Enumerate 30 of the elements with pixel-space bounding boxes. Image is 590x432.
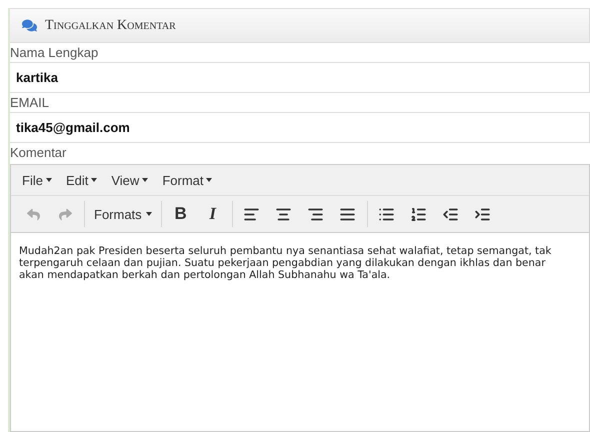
caret-icon (46, 178, 52, 182)
align-right-icon (307, 206, 324, 222)
italic-button[interactable]: I (196, 200, 229, 228)
formats-dropdown[interactable]: Formats (88, 200, 158, 228)
menu-item[interactable]: Edit (60, 170, 102, 190)
comment-text[interactable]: Mudah2an pak Presiden beserta seluruh pembantu nya senantiasa sehat walafiat, tetap semangat, tak terpengaruh celaan dan pujian. Suatu pekerjaan pengabdian yang dilakukan dengan ikhlas dan benar akan mendapatkan berkah dan pertolongan Allah Subhanahu wa Ta'ala. (11, 233, 589, 293)
field-label: Nama Lengkap (10, 44, 100, 62)
bullet-list-icon (378, 206, 396, 222)
numbered-list-icon (410, 206, 428, 222)
menu-item[interactable]: File (17, 170, 57, 190)
input-field[interactable]: kartika (10, 62, 590, 93)
field-label: Komentar (10, 144, 68, 162)
align-left-icon (243, 206, 260, 222)
outdent-icon (442, 206, 460, 222)
comments-icon (22, 18, 37, 33)
menu-item[interactable]: View (106, 170, 154, 190)
undo-arrow-icon (26, 208, 40, 220)
caret-icon (146, 212, 152, 216)
panel-title: Tinggalkan Komentar (45, 18, 176, 34)
caret-icon (206, 178, 212, 182)
align-justify-icon (339, 206, 356, 222)
align-center-icon (275, 206, 292, 222)
caret-icon (91, 178, 98, 182)
indent-icon (474, 206, 492, 222)
redo-arrow-icon (58, 208, 72, 220)
bold-button[interactable]: B (164, 200, 197, 228)
caret-icon (142, 178, 148, 182)
field-label: EMAIL (10, 94, 50, 112)
menu-item[interactable]: Format (157, 170, 218, 190)
input-field[interactable]: tika45@gmail.com (10, 112, 590, 143)
